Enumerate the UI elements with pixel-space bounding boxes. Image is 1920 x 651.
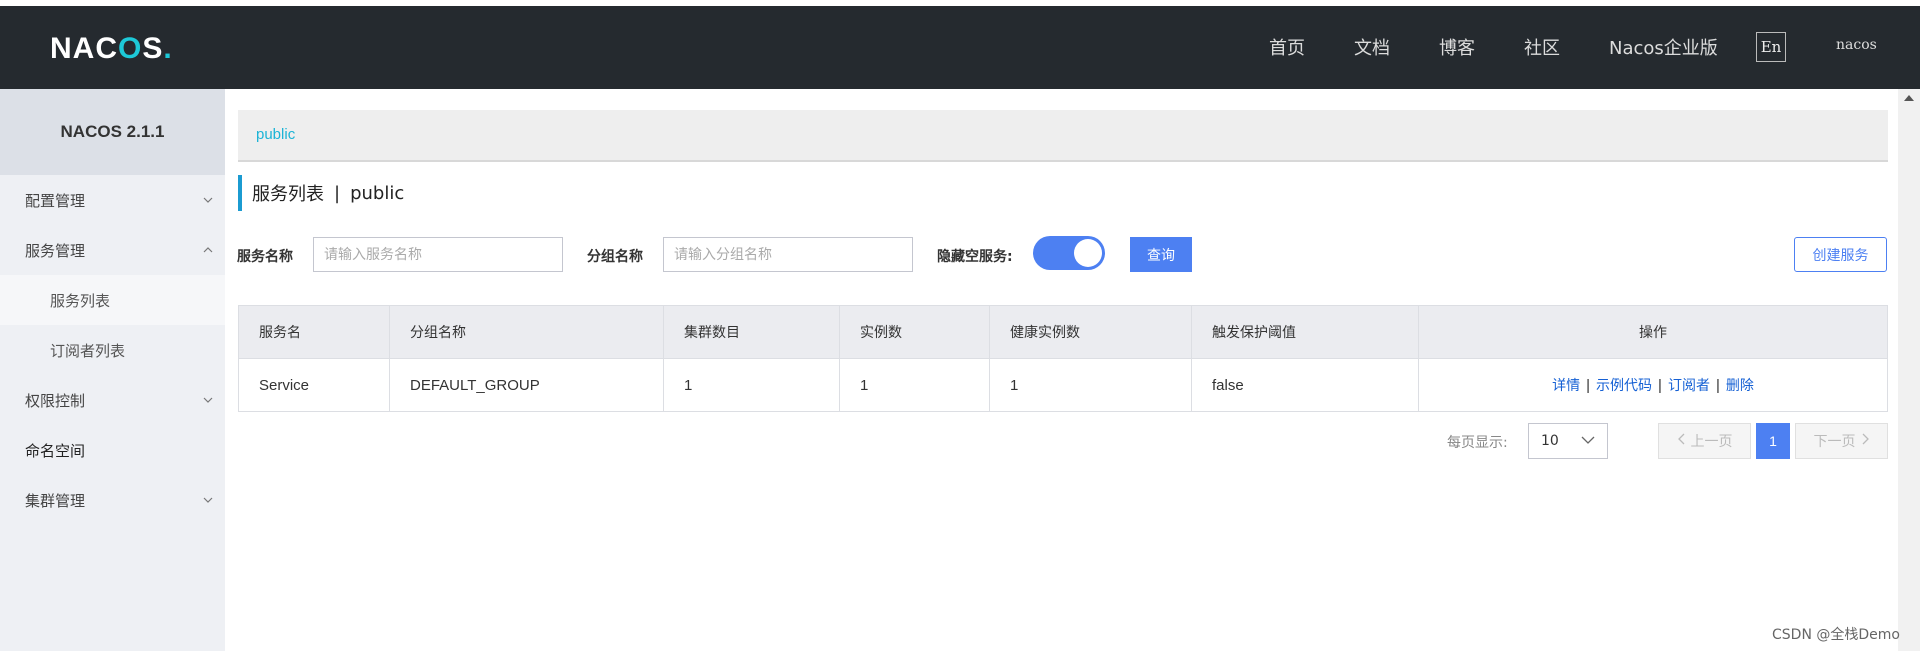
nav-enterprise[interactable]: Nacos企业版: [1609, 34, 1718, 60]
sidebar-item-label: 服务管理: [25, 241, 86, 260]
next-page-label: 下一页: [1813, 434, 1856, 450]
cell-healthy-count: 1: [989, 358, 1192, 412]
op-separator: |: [1586, 377, 1591, 394]
nav-community[interactable]: 社区: [1524, 34, 1560, 60]
sidebar-item-label: 服务列表: [50, 291, 111, 310]
prev-page-label: 上一页: [1690, 434, 1733, 450]
service-name-input[interactable]: [313, 237, 563, 272]
sample-code-link[interactable]: 示例代码: [1596, 378, 1652, 394]
main-content: public 服务列表 | public 服务名称 分组名称 隐藏空服务: 查询…: [225, 89, 1895, 651]
sidebar-item-label: 命名空间: [25, 441, 86, 460]
col-operations: 操作: [1418, 305, 1888, 359]
chevron-down-icon: [203, 195, 213, 205]
sidebar-item-subscriber-list[interactable]: 订阅者列表: [0, 325, 225, 375]
toggle-knob: [1074, 239, 1102, 267]
chevron-down-icon: [1581, 433, 1595, 449]
service-name-label: 服务名称: [237, 249, 293, 265]
hide-empty-toggle[interactable]: [1033, 236, 1105, 270]
col-protect-threshold: 触发保护阈值: [1191, 305, 1419, 359]
chevron-down-icon: [203, 495, 213, 505]
col-healthy-count: 健康实例数: [989, 305, 1192, 359]
nav-home[interactable]: 首页: [1269, 34, 1305, 60]
cell-group-name: DEFAULT_GROUP: [389, 358, 664, 412]
title-separator: |: [334, 182, 341, 204]
top-navbar: NACOS. 首页 文档 博客 社区 Nacos企业版 En nacos: [0, 6, 1920, 89]
next-page-button[interactable]: 下一页: [1795, 423, 1888, 459]
nav-blog[interactable]: 博客: [1439, 34, 1475, 60]
user-name[interactable]: nacos: [1836, 37, 1877, 53]
col-cluster-count: 集群数目: [663, 305, 840, 359]
cell-service-name: Service: [238, 358, 390, 412]
sidebar-item-namespace[interactable]: 命名空间: [0, 425, 225, 475]
chevron-left-icon: [1677, 433, 1685, 449]
col-service-name: 服务名: [238, 305, 390, 359]
watermark: CSDN @全栈Demo: [1772, 627, 1900, 643]
namespace-breadcrumb: public: [238, 110, 1888, 162]
subscriber-link[interactable]: 订阅者: [1668, 378, 1710, 394]
vertical-scrollbar[interactable]: [1898, 89, 1920, 651]
chevron-down-icon: [203, 395, 213, 405]
namespace-link[interactable]: public: [256, 126, 295, 143]
sidebar: NACOS 2.1.1 配置管理 服务管理 服务列表 订阅者列表 权限控制 命名…: [0, 89, 225, 651]
service-table: 服务名 分组名称 集群数目 实例数 健康实例数 触发保护阈值 操作 Servic…: [238, 305, 1888, 412]
create-service-button[interactable]: 创建服务: [1794, 237, 1887, 272]
scroll-up-arrow-icon[interactable]: [1904, 95, 1914, 101]
delete-link[interactable]: 删除: [1726, 378, 1754, 394]
sidebar-item-config[interactable]: 配置管理: [0, 175, 225, 225]
sidebar-item-label: 配置管理: [25, 191, 86, 210]
sidebar-item-cluster[interactable]: 集群管理: [0, 475, 225, 525]
per-page-value: 10: [1541, 433, 1559, 449]
nav-docs[interactable]: 文档: [1354, 34, 1390, 60]
query-button[interactable]: 查询: [1130, 237, 1192, 272]
table-header-row: 服务名 分组名称 集群数目 实例数 健康实例数 触发保护阈值 操作: [238, 305, 1888, 359]
cell-operations: 详情 | 示例代码 | 订阅者 | 删除: [1418, 358, 1888, 412]
group-name-input[interactable]: [663, 237, 913, 272]
cell-protect-threshold: false: [1191, 358, 1419, 412]
per-page-label: 每页显示:: [1447, 435, 1508, 451]
sidebar-item-label: 集群管理: [25, 491, 86, 510]
page-title-text: 服务列表: [252, 184, 324, 205]
language-toggle-button[interactable]: En: [1756, 32, 1786, 62]
chevron-up-icon: [203, 245, 213, 255]
page-number-current[interactable]: 1: [1756, 423, 1790, 459]
cell-cluster-count: 1: [663, 358, 840, 412]
chevron-right-icon: [1862, 433, 1870, 449]
page-title-namespace: public: [350, 182, 405, 204]
sidebar-item-service[interactable]: 服务管理: [0, 225, 225, 275]
prev-page-button[interactable]: 上一页: [1658, 423, 1751, 459]
per-page-select[interactable]: 10: [1528, 423, 1608, 459]
group-name-label: 分组名称: [587, 249, 643, 265]
col-instance-count: 实例数: [839, 305, 990, 359]
op-separator: |: [1658, 377, 1662, 394]
nacos-logo[interactable]: NACOS.: [50, 32, 173, 66]
cell-instance-count: 1: [839, 358, 990, 412]
detail-link[interactable]: 详情: [1552, 378, 1580, 394]
op-separator: |: [1715, 377, 1720, 394]
table-row: Service DEFAULT_GROUP 1 1 1 false 详情 | 示例代…: [238, 358, 1888, 412]
sidebar-version: NACOS 2.1.1: [0, 89, 225, 175]
sidebar-item-label: 权限控制: [25, 391, 86, 410]
col-group-name: 分组名称: [389, 305, 664, 359]
page-title: 服务列表 | public: [238, 175, 404, 211]
hide-empty-label: 隐藏空服务:: [937, 249, 1013, 265]
sidebar-item-service-list[interactable]: 服务列表: [0, 275, 225, 325]
sidebar-item-label: 订阅者列表: [50, 341, 126, 360]
sidebar-item-auth[interactable]: 权限控制: [0, 375, 225, 425]
